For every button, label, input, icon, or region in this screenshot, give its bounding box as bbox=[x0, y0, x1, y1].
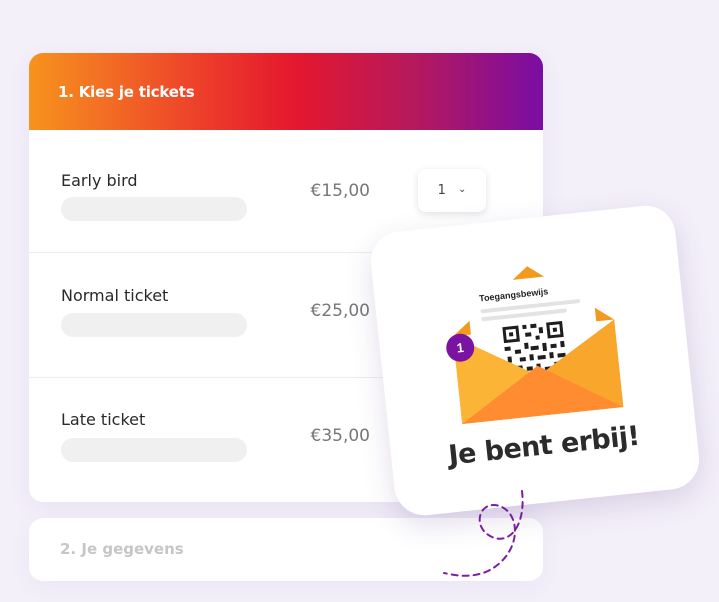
chevron-down-icon: ⌄ bbox=[457, 184, 467, 195]
step2-title: 2. Je gegevens bbox=[60, 540, 184, 558]
ticket-description-placeholder bbox=[61, 438, 247, 462]
ticket-name-late: Late ticket bbox=[61, 410, 146, 429]
ticket-description-placeholder bbox=[61, 197, 247, 221]
badge-count: 1 bbox=[456, 340, 465, 356]
envelope-icon: Toegangsbewijs 1 bbox=[446, 266, 624, 424]
tickets-card-header[interactable]: 1. Kies je tickets bbox=[29, 53, 543, 130]
ticket-price-early-bird: €15,00 bbox=[310, 181, 370, 201]
dashed-swirl bbox=[443, 490, 524, 577]
ticket-price-late: €35,00 bbox=[310, 426, 370, 446]
quantity-select[interactable]: 1 ⌄ bbox=[418, 169, 486, 212]
ticket-name-early-bird: Early bird bbox=[61, 171, 138, 190]
step1-title: 1. Kies je tickets bbox=[58, 82, 195, 101]
confirmation-card: Toegangsbewijs 1 Je bent erbij! bbox=[367, 202, 703, 519]
quantity-value: 1 bbox=[437, 183, 446, 198]
ticket-name-normal: Normal ticket bbox=[61, 286, 169, 305]
ticket-description-placeholder bbox=[61, 313, 247, 337]
ticket-price-normal: €25,00 bbox=[310, 301, 370, 321]
